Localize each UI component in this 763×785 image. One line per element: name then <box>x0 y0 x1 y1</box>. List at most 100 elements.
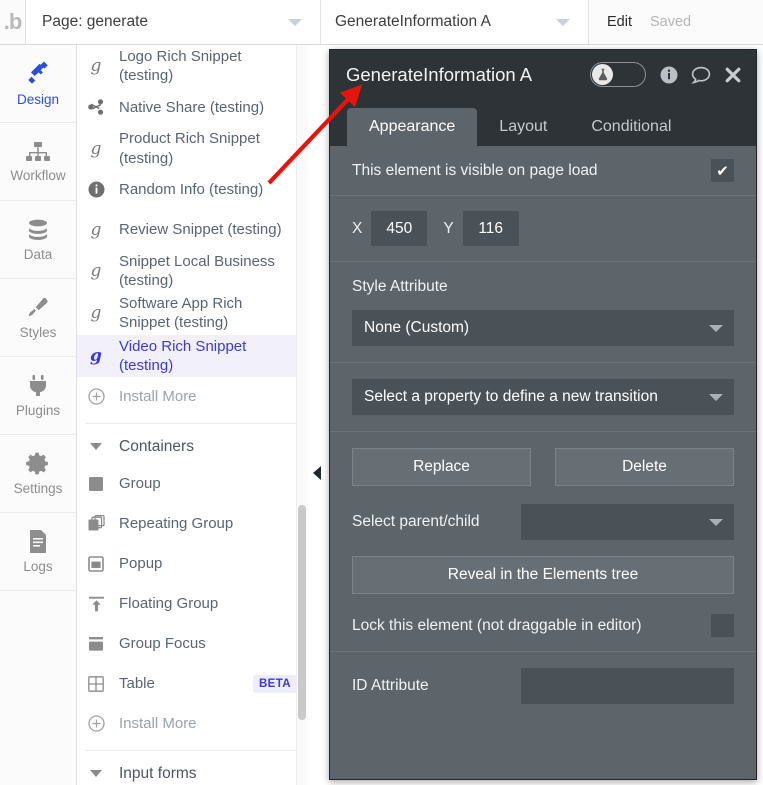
element-palette[interactable]: g Logo Rich Snippet (testing) Native Sha… <box>77 45 307 785</box>
transition-value: Select a property to define a new transi… <box>364 388 658 405</box>
rail-item-styles[interactable]: Styles <box>0 279 76 357</box>
editor-canvas-edge <box>308 45 329 785</box>
repeating-group-icon <box>85 515 107 532</box>
transition-dropdown[interactable]: Select a property to define a new transi… <box>352 379 734 415</box>
tab-appearance[interactable]: Appearance <box>347 108 478 146</box>
chevron-down-icon <box>709 519 723 526</box>
palette-item-video-rich-snippet[interactable]: g Video Rich Snippet (testing) <box>77 334 307 377</box>
chevron-down-icon <box>288 19 302 26</box>
bubble-editor-screen: .b Page: generate GenerateInformation A … <box>0 0 763 785</box>
style-attribute-dropdown[interactable]: None (Custom) <box>352 310 734 346</box>
palette-item-table[interactable]: Table BETA <box>77 664 307 704</box>
style-attribute-label: Style Attribute <box>352 278 448 295</box>
palette-item-review-snippet[interactable]: g Review Snippet (testing) <box>77 210 307 250</box>
style-attribute-value: None (Custom) <box>364 319 470 336</box>
palette-item-software-app-rich-snippet[interactable]: g Software App Rich Snippet (testing) <box>77 292 307 334</box>
lock-element-checkbox[interactable] <box>711 614 734 637</box>
google-g-icon: g <box>90 303 102 324</box>
palette-item-label: Logo Rich Snippet (testing) <box>119 48 242 85</box>
chevron-down-icon <box>85 443 107 451</box>
group-focus-icon <box>85 636 107 652</box>
palette-item-label: Native Share (testing) <box>119 98 265 116</box>
close-icon[interactable] <box>724 66 742 84</box>
chevron-down-icon <box>709 325 723 332</box>
y-label: Y <box>443 219 454 237</box>
palette-item-label: Software App Rich Snippet (testing) <box>119 295 243 332</box>
element-selector[interactable]: GenerateInformation A <box>321 0 589 44</box>
palette-item-label: Group Focus <box>119 635 206 653</box>
group-icon <box>85 476 107 492</box>
palette-section-label: Input forms <box>119 764 197 782</box>
visible-on-page-load-checkbox[interactable]: ✔ <box>711 159 734 182</box>
lock-element-label: Lock this element (not draggable in edit… <box>352 616 642 634</box>
palette-item-label: Random Info (testing) <box>119 181 264 199</box>
rail-item-workflow[interactable]: Workflow <box>0 123 76 201</box>
id-attribute-input[interactable] <box>521 668 734 704</box>
palette-item-repeating-group[interactable]: Repeating Group <box>77 504 307 544</box>
parent-child-row: Select parent/child <box>330 496 756 548</box>
reveal-in-elements-tree-button[interactable]: Reveal in the Elements tree <box>352 556 734 594</box>
id-attribute-label: ID Attribute <box>352 677 429 694</box>
flask-toggle[interactable] <box>590 62 646 87</box>
palette-item-random-info[interactable]: Random Info (testing) <box>77 170 307 210</box>
rail-label-data: Data <box>23 246 53 262</box>
rail-item-plugins[interactable]: Plugins <box>0 357 76 435</box>
rail-label-plugins: Plugins <box>15 402 61 418</box>
palette-section-input-forms[interactable]: Input forms <box>77 757 307 785</box>
rail-item-settings[interactable]: Settings <box>0 435 76 513</box>
tab-conditional[interactable]: Conditional <box>569 108 693 146</box>
rail-item-design[interactable]: Design <box>0 45 76 123</box>
palette-item-popup[interactable]: Popup <box>77 544 307 584</box>
delete-button[interactable]: Delete <box>555 448 734 486</box>
palette-item-product-rich-snippet[interactable]: g Product Rich Snippet (testing) <box>77 127 307 169</box>
palette-scrollbar-thumb[interactable] <box>298 505 306 720</box>
plugins-icon <box>26 374 50 398</box>
palette-item-native-share[interactable]: Native Share (testing) <box>77 87 307 127</box>
logs-icon <box>27 529 49 554</box>
property-editor-body: This element is visible on page load ✔ X… <box>330 146 756 779</box>
page-selector[interactable]: Page: generate <box>26 0 321 44</box>
tab-layout[interactable]: Layout <box>477 108 569 146</box>
palette-divider <box>85 749 297 751</box>
popup-icon <box>85 556 107 572</box>
data-icon <box>25 218 51 242</box>
gear-icon <box>25 451 51 476</box>
info-icon[interactable] <box>660 66 678 84</box>
chevron-down-icon <box>85 770 107 778</box>
palette-item-label: Popup <box>119 555 163 573</box>
palette-item-group[interactable]: Group <box>77 464 307 504</box>
rail-label-design: Design <box>16 91 60 107</box>
collapse-panel-icon[interactable] <box>313 466 321 480</box>
rail-label-workflow: Workflow <box>10 167 66 183</box>
palette-install-more-containers[interactable]: Install More <box>77 704 307 744</box>
palette-item-label: Snippet Local Business (testing) <box>119 252 275 289</box>
google-g-icon: g <box>90 260 102 281</box>
lock-element-row: Lock this element (not draggable in edit… <box>330 604 756 652</box>
rail-item-logs[interactable]: Logs <box>0 513 76 591</box>
google-g-icon: g <box>90 219 102 240</box>
element-selector-value: GenerateInformation A <box>335 13 491 30</box>
palette-install-more-plugins[interactable]: Install More <box>77 377 307 417</box>
palette-item-label: Review Snippet (testing) <box>119 221 282 239</box>
palette-item-logo-rich-snippet[interactable]: g Logo Rich Snippet (testing) <box>77 45 307 87</box>
plus-circle-icon <box>85 388 107 406</box>
replace-delete-row: Replace Delete <box>330 432 756 496</box>
palette-item-snippet-local-business[interactable]: g Snippet Local Business (testing) <box>77 250 307 292</box>
palette-section-containers[interactable]: Containers <box>77 430 307 464</box>
x-input[interactable]: 450 <box>371 211 428 246</box>
reveal-row: Reveal in the Elements tree <box>330 548 756 604</box>
edit-tab[interactable]: Edit <box>607 14 632 30</box>
edit-status-area: Edit Saved <box>589 0 691 44</box>
comment-icon[interactable] <box>691 66 711 84</box>
parent-child-dropdown[interactable] <box>521 504 734 540</box>
y-input[interactable]: 116 <box>462 211 519 246</box>
floating-group-icon <box>85 596 107 612</box>
palette-item-group-focus[interactable]: Group Focus <box>77 624 307 664</box>
replace-button[interactable]: Replace <box>352 448 531 486</box>
palette-item-floating-group[interactable]: Floating Group <box>77 584 307 624</box>
palette-item-label: Floating Group <box>119 595 219 613</box>
bubble-logo[interactable]: .b <box>0 0 26 44</box>
palette-item-label: Install More <box>119 715 197 733</box>
saved-status: Saved <box>650 14 692 30</box>
rail-item-data[interactable]: Data <box>0 201 76 279</box>
